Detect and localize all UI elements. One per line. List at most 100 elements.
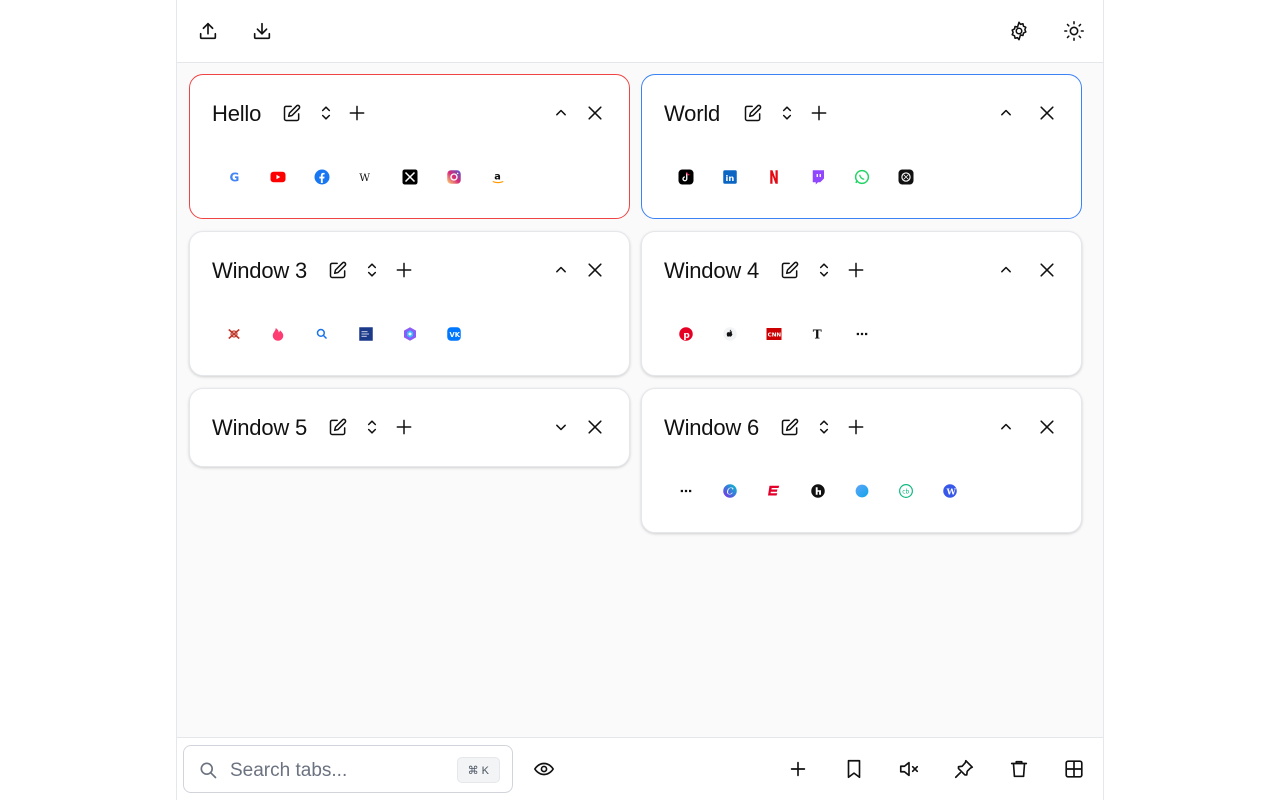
dots-tab-icon[interactable] — [674, 479, 698, 503]
search-input[interactable] — [228, 758, 452, 784]
window-title: Window 5 — [212, 415, 307, 440]
add-tab-icon[interactable] — [844, 415, 868, 439]
amazon-tab-icon[interactable]: a — [486, 165, 510, 189]
close-icon[interactable] — [1035, 415, 1059, 439]
apple-tab-icon[interactable] — [718, 322, 742, 346]
upload-icon[interactable] — [193, 16, 223, 46]
sort-icon[interactable] — [360, 415, 384, 439]
window-card: Hello G Wa — [189, 74, 630, 219]
tab-list: VK — [222, 322, 466, 346]
wikipedia-tab-icon[interactable]: W — [354, 165, 378, 189]
add-tab-icon[interactable] — [392, 415, 416, 439]
red-logo-tab-icon[interactable] — [222, 322, 246, 346]
svg-text:cb: cb — [902, 488, 909, 495]
edit-icon[interactable] — [326, 415, 350, 439]
collapse-icon[interactable] — [994, 415, 1018, 439]
svg-text:CNN: CNN — [768, 333, 782, 339]
google-tab-icon[interactable]: G — [222, 165, 246, 189]
sort-icon[interactable] — [314, 101, 338, 125]
twitch-tab-icon[interactable] — [806, 165, 830, 189]
close-icon[interactable] — [583, 258, 607, 282]
wordpress-tab-icon[interactable]: W — [938, 479, 962, 503]
edit-icon[interactable] — [741, 101, 765, 125]
youtube-tab-icon[interactable] — [266, 165, 290, 189]
cnn-tab-icon[interactable]: CNN — [762, 322, 786, 346]
edit-icon[interactable] — [778, 258, 802, 282]
sort-icon[interactable] — [812, 258, 836, 282]
tiktok-tab-icon[interactable] — [674, 165, 698, 189]
tinder-tab-icon[interactable] — [266, 322, 290, 346]
svg-text:T: T — [813, 328, 822, 342]
nytimes-tab-icon[interactable]: T — [806, 322, 830, 346]
edit-icon[interactable] — [326, 258, 350, 282]
add-tab-icon[interactable] — [392, 258, 416, 282]
espn-tab-icon[interactable] — [762, 479, 786, 503]
x-tab-icon[interactable] — [398, 165, 422, 189]
pinterest-tab-icon[interactable]: p — [674, 322, 698, 346]
window-card: World in — [641, 74, 1082, 219]
edit-icon[interactable] — [778, 415, 802, 439]
svg-text:W: W — [359, 172, 370, 184]
sun-icon[interactable] — [1059, 16, 1089, 46]
edit-icon[interactable] — [280, 101, 304, 125]
close-icon[interactable] — [583, 415, 607, 439]
close-icon[interactable] — [1035, 258, 1059, 282]
pin-icon[interactable] — [949, 754, 979, 784]
window-title: Hello — [212, 101, 262, 126]
expand-icon[interactable] — [549, 415, 573, 439]
collapse-icon[interactable] — [549, 258, 573, 282]
download-icon[interactable] — [247, 16, 277, 46]
mute-icon[interactable] — [894, 754, 924, 784]
openai-tab-icon[interactable] — [894, 165, 918, 189]
collapse-icon[interactable] — [994, 258, 1018, 282]
window-card: Window 5 — [189, 388, 630, 467]
tab-list: in — [674, 165, 918, 189]
svg-text:VK: VK — [450, 331, 461, 339]
sort-icon[interactable] — [360, 258, 384, 282]
bottom-toolbar: ⌘ K — [177, 737, 1103, 801]
sort-icon[interactable] — [812, 415, 836, 439]
shortcut-badge: ⌘ K — [456, 757, 500, 783]
add-tab-icon[interactable] — [844, 258, 868, 282]
dots-tab-icon[interactable] — [850, 322, 874, 346]
window-card: Window 4 p CNN T — [641, 231, 1082, 376]
whatsapp-tab-icon[interactable] — [850, 165, 874, 189]
blue-circle-tab-icon[interactable] — [850, 479, 874, 503]
grid-icon[interactable] — [1059, 754, 1089, 784]
cb-tab-icon[interactable]: cb — [894, 479, 918, 503]
search-icon — [200, 762, 217, 779]
close-icon[interactable] — [583, 101, 607, 125]
tab-list: Ccb W — [674, 479, 962, 503]
window-card: Window 6 Ccb W — [641, 388, 1082, 533]
add-tab-icon[interactable] — [807, 101, 831, 125]
tab-list: p CNN T — [674, 322, 874, 346]
svg-text:W: W — [946, 486, 957, 496]
netflix-tab-icon[interactable] — [762, 165, 786, 189]
bookmark-icon[interactable] — [839, 754, 869, 784]
trash-icon[interactable] — [1004, 754, 1034, 784]
plus-icon[interactable] — [783, 754, 813, 784]
collapse-icon[interactable] — [994, 101, 1018, 125]
add-tab-icon[interactable] — [345, 101, 369, 125]
eye-icon[interactable] — [529, 754, 559, 784]
close-icon[interactable] — [1035, 101, 1059, 125]
window-title: Window 3 — [212, 258, 307, 283]
svg-text:a: a — [494, 171, 501, 182]
svg-text:in: in — [726, 173, 735, 183]
search-box[interactable]: ⌘ K — [183, 745, 513, 793]
canva-tab-icon[interactable]: C — [718, 479, 742, 503]
vk-tab-icon[interactable]: VK — [442, 322, 466, 346]
window-title: Window 6 — [664, 415, 759, 440]
linkedin-tab-icon[interactable]: in — [718, 165, 742, 189]
gear-icon[interactable] — [1004, 16, 1034, 46]
collapse-icon[interactable] — [549, 101, 573, 125]
search-tab-icon[interactable] — [310, 322, 334, 346]
instagram-tab-icon[interactable] — [442, 165, 466, 189]
tab-manager-panel: Hello G Wa World in Window 3 VK Window 4 p CNN T Wi… — [176, 0, 1104, 801]
weather-channel-tab-icon[interactable] — [354, 322, 378, 346]
facebook-tab-icon[interactable] — [310, 165, 334, 189]
sort-icon[interactable] — [775, 101, 799, 125]
copilot-tab-icon[interactable] — [398, 322, 422, 346]
houzz-tab-icon[interactable] — [806, 479, 830, 503]
tab-list: G Wa — [222, 165, 510, 189]
